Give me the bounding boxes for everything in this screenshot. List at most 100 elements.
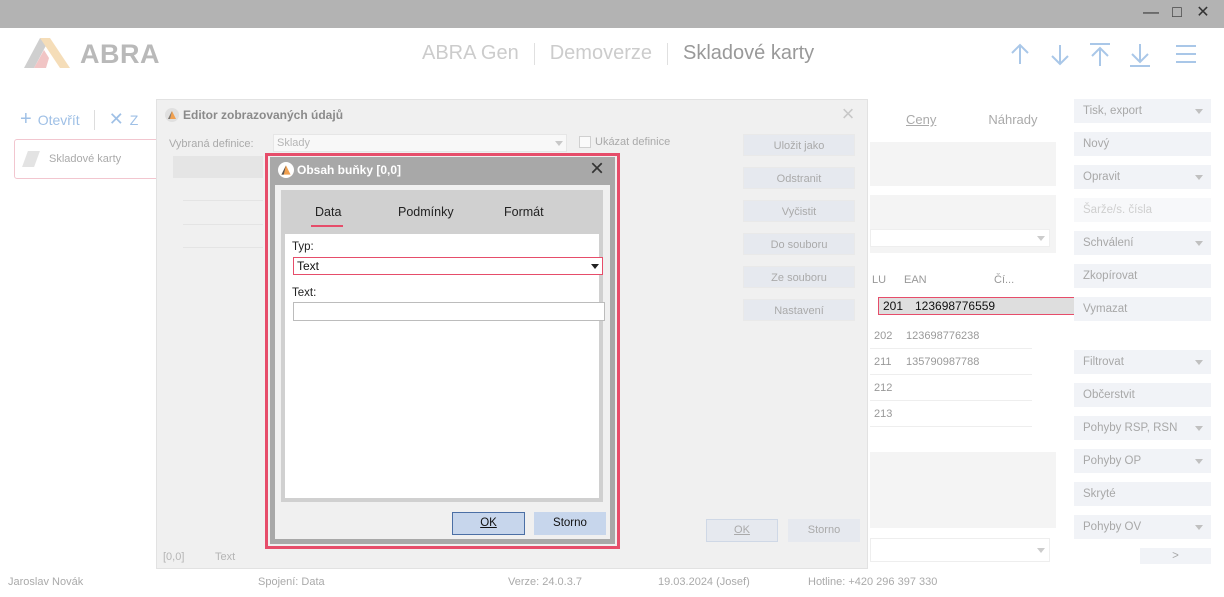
chevron-down-icon [1195, 360, 1203, 365]
chevron-down-icon [1195, 459, 1203, 464]
novy-button[interactable]: Nový [1074, 132, 1211, 156]
open-tab-label: Skladové karty [49, 153, 122, 165]
x-icon: ✕ [108, 109, 124, 129]
table-row[interactable]: 212 [870, 375, 1032, 401]
tab-nahrady[interactable]: Náhrady [988, 112, 1037, 127]
status-date: 19.03.2024 (Josef) [658, 576, 750, 588]
editor-storno-button[interactable]: Storno [788, 519, 860, 542]
chevron-down-icon [1195, 525, 1203, 530]
editor-grid-line [183, 224, 263, 225]
save-as-button[interactable]: Uložit jako [743, 134, 855, 156]
background-select-bottom[interactable] [870, 538, 1050, 562]
table-row[interactable]: 202 123698776238 [870, 323, 1032, 349]
table-row[interactable]: 213 [870, 401, 1032, 427]
close-icon[interactable]: × [585, 157, 609, 181]
chevron-down-icon [1195, 109, 1203, 114]
cell-content-dialog: Obsah buňky [0,0] × Data Podmínky Formát… [270, 157, 615, 544]
editor-status-type: Text [215, 551, 236, 563]
schvaleni-button[interactable]: Schválení [1074, 231, 1211, 255]
maximize-icon[interactable]: □ [1166, 2, 1188, 24]
breadcrumb-item[interactable]: ABRA Gen [422, 42, 519, 65]
grid-header-cislo[interactable]: Čí... [994, 274, 1014, 286]
status-connection: Spojení: Data [258, 576, 325, 588]
status-version: Verze: 24.0.3.7 [508, 576, 582, 588]
definition-select[interactable]: Sklady [273, 134, 567, 152]
tisk-export-button[interactable]: Tisk, export [1074, 99, 1211, 123]
cell-dialog-tabs: Data Podmínky Formát [281, 190, 603, 234]
vymazat-button[interactable]: Vymazat [1074, 297, 1211, 321]
chevron-down-icon [591, 264, 599, 269]
obcerstvit-button[interactable]: Občerstvit [1074, 383, 1211, 407]
to-file-button[interactable]: Do souboru [743, 233, 855, 255]
definition-label: Vybraná definice: [169, 138, 254, 150]
tab-stripe-icon [22, 151, 40, 167]
pohyby-op-button[interactable]: Pohyby OP [1074, 449, 1211, 473]
arrow-down-icon[interactable] [1044, 42, 1076, 68]
grid-header-ean[interactable]: EAN [904, 274, 927, 286]
from-file-button[interactable]: Ze souboru [743, 266, 855, 288]
logo-text: ABRA [80, 38, 160, 69]
right-action-column: Tisk, export Nový Opravit Šarže/s. čísla… [1074, 99, 1211, 573]
editor-ok-button[interactable]: OK [706, 519, 778, 542]
tab-format[interactable]: Formát [504, 205, 544, 219]
chevron-down-icon [1195, 175, 1203, 180]
cell-dialog-body: Data Podmínky Formát Typ: Text Text: OK … [275, 185, 610, 539]
breadcrumb-separator [666, 42, 668, 65]
chevron-down-icon [1195, 241, 1203, 246]
settings-button[interactable]: Nastavení [743, 299, 855, 321]
opravit-button[interactable]: Opravit [1074, 165, 1211, 189]
show-definition-checkbox[interactable]: Ukázat definice [579, 136, 670, 148]
more-button[interactable]: > [1140, 548, 1211, 564]
close-icon[interactable]: × [837, 103, 859, 125]
editor-grid-header [173, 156, 263, 178]
editor-grid-line [183, 247, 263, 248]
storno-button[interactable]: Storno [534, 512, 606, 535]
editor-status-cell: [0,0] [163, 551, 185, 563]
background-panel [870, 195, 1056, 253]
tab-podminky[interactable]: Podmínky [398, 205, 454, 219]
data-tab-content: Typ: Text Text: [285, 234, 605, 498]
filtrovat-button[interactable]: Filtrovat [1074, 350, 1211, 374]
abra-logo-icon [165, 108, 179, 122]
open-tab-skladove-karty[interactable]: Skladové karty [14, 139, 159, 179]
pohyby-ov-button[interactable]: Pohyby OV [1074, 515, 1211, 539]
table-row[interactable]: 211 135790987788 [870, 349, 1032, 375]
zkopirovat-button[interactable]: Zkopírovat [1074, 264, 1211, 288]
breadcrumb-item[interactable]: Demoverze [550, 42, 652, 65]
remove-button[interactable]: Odstranit [743, 167, 855, 189]
active-tab-indicator [311, 225, 343, 227]
record-navigation [1004, 42, 1156, 68]
background-panel [870, 142, 1056, 186]
tab-ceny[interactable]: Ceny [906, 112, 936, 127]
editor-grid-line [183, 200, 263, 201]
type-select[interactable]: Text [293, 257, 603, 275]
tab-data[interactable]: Data [315, 205, 341, 219]
open-button[interactable]: Otevřít [38, 112, 80, 128]
type-label: Typ: [292, 241, 314, 253]
text-label: Text: [292, 287, 317, 299]
clear-button[interactable]: Vyčistit [743, 200, 855, 222]
sarze-button[interactable]: Šarže/s. čísla [1074, 198, 1211, 222]
arrow-up-icon[interactable] [1004, 42, 1036, 68]
background-grid: LU EAN Čí... 201 123698776559 202 12369877… [870, 262, 1188, 452]
ok-button[interactable]: OK [452, 512, 525, 535]
minimize-icon[interactable]: — [1140, 2, 1162, 24]
chevron-down-icon [1037, 236, 1045, 241]
cell-dialog-inner: Data Podmínky Formát Typ: Text Text: [281, 190, 605, 502]
arrow-bottom-icon[interactable] [1124, 42, 1156, 68]
background-select[interactable] [870, 229, 1050, 247]
hamburger-menu-icon[interactable] [1176, 45, 1196, 63]
background-tabs: Ceny Náhrady [870, 112, 1038, 127]
close-icon[interactable]: ✕ [1192, 2, 1214, 24]
abra-logo-icon [24, 38, 70, 68]
grid-header-lu[interactable]: LU [872, 274, 886, 286]
chevron-down-icon [1195, 426, 1203, 431]
breadcrumb-current: Skladové karty [682, 42, 815, 64]
skryte-button[interactable]: Skryté [1074, 482, 1211, 506]
editor-dialog-title: Editor zobrazovaných údajů [165, 108, 343, 122]
text-input[interactable] [293, 302, 605, 321]
chevron-down-icon [1037, 548, 1045, 553]
arrow-top-icon[interactable] [1084, 42, 1116, 68]
pohyby-rsp-button[interactable]: Pohyby RSP, RSN [1074, 416, 1211, 440]
close-record-button[interactable]: Z [130, 112, 139, 128]
